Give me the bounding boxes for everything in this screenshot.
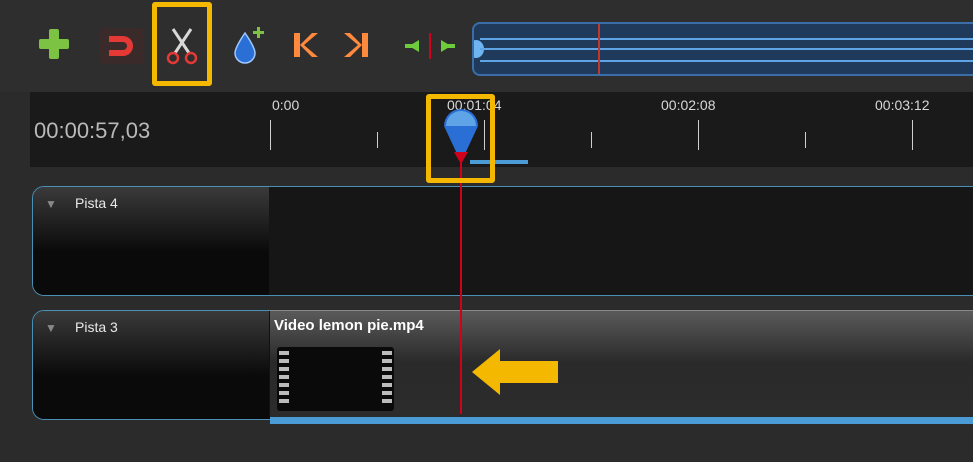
magnet-icon	[109, 36, 133, 56]
center-playhead-button[interactable]	[404, 32, 456, 60]
zoom-track-line	[480, 48, 973, 50]
playhead-highlight	[426, 94, 495, 183]
annotation-arrow-icon	[472, 349, 558, 395]
film-strip-right	[382, 351, 392, 407]
tick-label: 0:00	[272, 97, 300, 113]
plus-icon	[39, 29, 69, 59]
jump-start-icon	[294, 33, 318, 57]
track-name: Pista 4	[75, 195, 118, 211]
ruler-tick-major	[912, 120, 913, 150]
track-body[interactable]	[269, 187, 973, 295]
playhead-line[interactable]	[460, 160, 462, 414]
zoom-track-line	[480, 60, 973, 62]
track-header[interactable]: ▼ Pista 3	[33, 311, 269, 419]
film-strip-left	[279, 351, 289, 407]
collapse-arrow-icon[interactable]: ▼	[45, 197, 57, 211]
ruler-tick-minor	[377, 132, 378, 148]
ruler-tick-minor	[805, 132, 806, 148]
track-header[interactable]: ▼ Pista 4	[33, 187, 269, 295]
jump-end-icon	[344, 33, 368, 57]
add-track-button[interactable]	[36, 26, 72, 62]
current-time-display: 00:00:57,03	[34, 118, 151, 143]
center-icon	[405, 33, 455, 59]
track-pista-4[interactable]: ▼ Pista 4	[32, 186, 973, 296]
zoom-track-line	[480, 38, 973, 40]
marker-drop-icon	[234, 27, 264, 64]
add-marker-button[interactable]	[230, 22, 270, 68]
timeline-zoom-scrollbar[interactable]	[472, 22, 973, 76]
zoom-playhead-indicator	[598, 24, 600, 74]
next-marker-button[interactable]	[338, 28, 374, 62]
track-name: Pista 3	[75, 319, 118, 335]
snapping-button[interactable]	[100, 28, 144, 64]
previous-marker-button[interactable]	[288, 28, 324, 62]
scissors-icon	[166, 28, 198, 65]
clip-waveform-bar	[270, 417, 973, 424]
tick-label: 00:03:12	[875, 97, 930, 113]
clip-thumbnail	[277, 347, 394, 411]
ruler-tick-minor	[591, 132, 592, 148]
ruler-tick-major	[698, 120, 699, 150]
clip-title: Video lemon pie.mp4	[274, 317, 424, 334]
timeline-toolbar	[0, 0, 973, 92]
ruler-tick-major	[270, 120, 271, 150]
razor-button[interactable]	[162, 22, 202, 68]
collapse-arrow-icon[interactable]: ▼	[45, 321, 57, 335]
tick-label: 00:02:08	[661, 97, 716, 113]
